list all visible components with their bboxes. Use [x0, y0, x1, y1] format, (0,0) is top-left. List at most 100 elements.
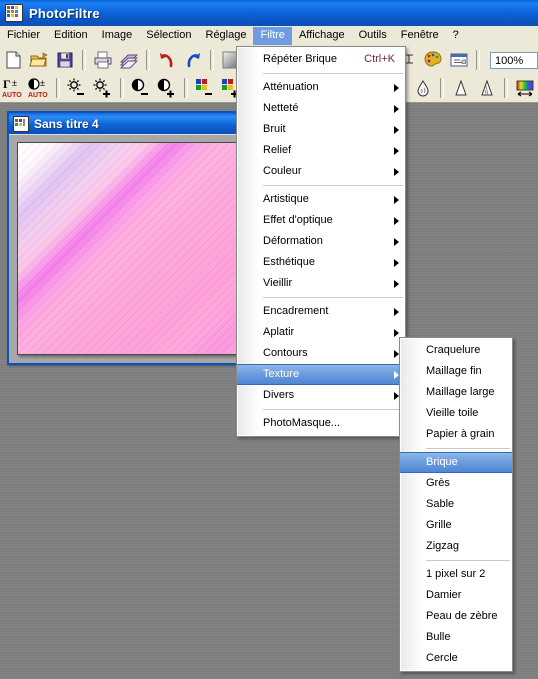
palette-icon[interactable]	[421, 48, 445, 72]
menu-item-couleur[interactable]: Couleur	[237, 161, 405, 182]
menubar-item-image[interactable]: Image	[95, 27, 140, 45]
toolbar-separator	[120, 78, 124, 98]
menu-item-bulle[interactable]: Bulle	[400, 627, 512, 648]
menu-item-effet-optique[interactable]: Effet d'optique	[237, 210, 405, 231]
menu-item-label: Grille	[426, 519, 452, 531]
contrast-decrease-icon[interactable]	[129, 76, 153, 100]
menu-bar: Fichier Edition Image Sélection Réglage …	[0, 26, 538, 47]
menu-item-peau-de-zebre[interactable]: Peau de zèbre	[400, 606, 512, 627]
menu-item-vieillir[interactable]: Vieillir	[237, 273, 405, 294]
gradient-icon[interactable]	[513, 76, 537, 100]
menu-filtre-dropdown[interactable]: Répéter Brique Ctrl+K Atténuation Nettet…	[236, 46, 406, 437]
menu-item-label: Déformation	[263, 235, 323, 247]
image-document-icon	[13, 115, 29, 132]
menu-item-grille[interactable]: Grille	[400, 515, 512, 536]
zoom-level-input[interactable]: 100%	[490, 51, 538, 69]
menu-item-cercle[interactable]: Cercle	[400, 648, 512, 669]
submenu-arrow-icon	[394, 167, 399, 176]
new-document-icon[interactable]	[1, 48, 25, 72]
menu-item-bruit[interactable]: Bruit	[237, 119, 405, 140]
menu-item-deformation[interactable]: Déformation	[237, 231, 405, 252]
print-icon[interactable]	[91, 48, 115, 72]
svg-text:AUTO: AUTO	[2, 92, 22, 99]
menu-separator	[263, 297, 403, 298]
sharpen-more-icon[interactable]	[475, 76, 499, 100]
menu-item-vieille-toile[interactable]: Vieille toile	[400, 403, 512, 424]
menu-item-zigzag[interactable]: Zigzag	[400, 536, 512, 557]
brightness-decrease-icon[interactable]	[65, 76, 89, 100]
auto-gamma-icon[interactable]: Γ ± AUTO	[1, 76, 25, 100]
menu-item-encadrement[interactable]: Encadrement	[237, 301, 405, 322]
menubar-item-help[interactable]: ?	[446, 27, 466, 45]
svg-text:AUTO: AUTO	[28, 92, 48, 99]
menu-item-maillage-fin[interactable]: Maillage fin	[400, 361, 512, 382]
photofiltre-icon	[5, 4, 23, 22]
title-bar: PhotoFiltre	[0, 0, 538, 26]
menu-item-esthetique[interactable]: Esthétique	[237, 252, 405, 273]
menu-item-label: Craquelure	[426, 344, 481, 356]
print-preview-icon[interactable]	[117, 48, 141, 72]
menu-item-label: Bruit	[263, 123, 286, 135]
menu-item-accelerator: Ctrl+K	[364, 53, 395, 65]
menu-item-craquelure[interactable]: Craquelure	[400, 340, 512, 361]
submenu-arrow-icon	[394, 104, 399, 113]
menu-item-texture[interactable]: Texture	[237, 364, 405, 385]
menu-item-gres[interactable]: Grès	[400, 473, 512, 494]
menubar-item-fichier[interactable]: Fichier	[0, 27, 47, 45]
contrast-increase-icon[interactable]	[155, 76, 179, 100]
toolbar-separator	[210, 50, 214, 70]
menu-item-label: Maillage large	[426, 386, 495, 398]
menu-item-1-pixel-sur-2[interactable]: 1 pixel sur 2	[400, 564, 512, 585]
menu-texture-submenu[interactable]: Craquelure Maillage fin Maillage large V…	[399, 337, 513, 672]
brightness-increase-icon[interactable]	[91, 76, 115, 100]
submenu-arrow-icon	[394, 146, 399, 155]
submenu-arrow-icon	[394, 216, 399, 225]
menu-item-papier-a-grain[interactable]: Papier à grain	[400, 424, 512, 445]
menu-item-label: Artistique	[263, 193, 309, 205]
menu-item-nettete[interactable]: Netteté	[237, 98, 405, 119]
menu-item-sable[interactable]: Sable	[400, 494, 512, 515]
submenu-arrow-icon	[394, 125, 399, 134]
submenu-arrow-icon	[394, 307, 399, 316]
menu-item-label: Aplatir	[263, 326, 295, 338]
menu-item-label: Bulle	[426, 631, 451, 643]
menubar-item-fenetre[interactable]: Fenêtre	[394, 27, 446, 45]
menubar-item-outils[interactable]: Outils	[352, 27, 394, 45]
menu-item-repeter-brique[interactable]: Répéter Brique Ctrl+K	[237, 49, 405, 70]
menu-item-label: Sable	[426, 498, 455, 510]
menubar-item-edition[interactable]: Edition	[47, 27, 95, 45]
menu-item-damier[interactable]: Damier	[400, 585, 512, 606]
menu-separator	[263, 73, 403, 74]
menu-item-label: Grès	[426, 477, 450, 489]
menubar-item-selection[interactable]: Sélection	[139, 27, 198, 45]
auto-contrast-icon[interactable]: ± AUTO	[27, 76, 51, 100]
menu-item-attenuation[interactable]: Atténuation	[237, 77, 405, 98]
dialog-icon[interactable]	[447, 48, 471, 72]
menu-item-aplatir[interactable]: Aplatir	[237, 322, 405, 343]
menu-item-photomasque[interactable]: PhotoMasque...	[237, 413, 405, 434]
menubar-item-filtre[interactable]: Filtre	[253, 27, 292, 45]
menu-item-artistique[interactable]: Artistique	[237, 189, 405, 210]
menubar-item-affichage[interactable]: Affichage	[292, 27, 352, 45]
blur-drop-icon[interactable]	[411, 76, 435, 100]
menu-item-maillage-large[interactable]: Maillage large	[400, 382, 512, 403]
menu-item-label: Contours	[263, 347, 308, 359]
sharpen-cone-icon[interactable]	[449, 76, 473, 100]
menu-item-label: Zigzag	[426, 540, 460, 552]
menu-item-label: Encadrement	[263, 305, 329, 317]
menu-item-divers[interactable]: Divers	[237, 385, 405, 406]
menu-item-relief[interactable]: Relief	[237, 140, 405, 161]
open-folder-icon[interactable]	[27, 48, 51, 72]
menu-item-contours[interactable]: Contours	[237, 343, 405, 364]
menu-item-label: Divers	[263, 389, 295, 401]
saturation-decrease-icon[interactable]	[193, 76, 217, 100]
menu-item-label: Répéter Brique	[263, 53, 337, 65]
undo-icon[interactable]	[155, 48, 179, 72]
menu-item-brique[interactable]: Brique	[400, 452, 512, 473]
menubar-item-reglage[interactable]: Réglage	[199, 27, 254, 45]
save-disk-icon[interactable]	[53, 48, 77, 72]
toolbar-separator	[504, 78, 508, 98]
redo-icon[interactable]	[181, 48, 205, 72]
toolbar-separator	[56, 78, 60, 98]
menu-item-label: Texture	[263, 368, 300, 380]
